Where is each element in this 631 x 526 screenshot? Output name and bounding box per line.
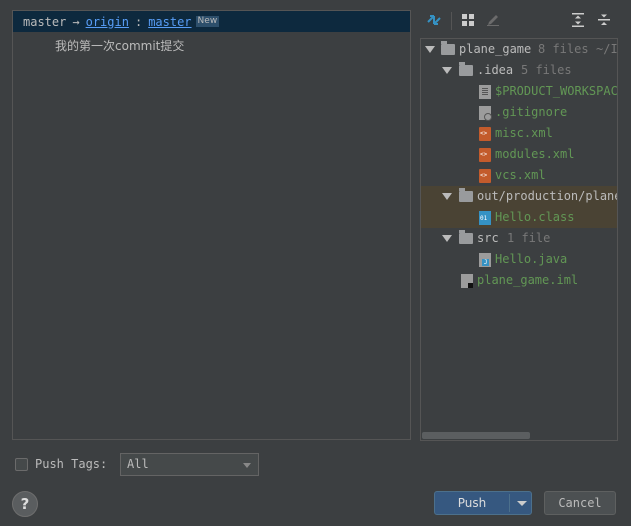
tree-node-file[interactable]: misc.xml <box>421 123 617 144</box>
tree-node-file[interactable]: plane_game.iml <box>421 270 617 291</box>
chevron-down-icon[interactable] <box>425 46 435 53</box>
tree-node-label: $PRODUCT_WORKSPACE <box>495 84 618 98</box>
changes-tree: plane_game 8 files ~/I .idea 5 files $PR… <box>420 38 618 441</box>
tree-node-label: misc.xml <box>495 126 553 140</box>
xml-file-icon <box>479 127 491 141</box>
gitignore-file-icon <box>479 106 492 121</box>
push-button-divider <box>509 494 510 512</box>
push-button[interactable]: Push <box>434 491 532 515</box>
chevron-down-icon[interactable] <box>442 235 452 242</box>
new-badge: New <box>195 16 220 27</box>
push-tags-label: Push Tags: <box>35 457 108 471</box>
tree-node-label: vcs.xml <box>495 168 546 182</box>
tree-node-meta: 5 files <box>521 63 572 77</box>
xml-file-icon <box>479 148 491 162</box>
tree-node-file[interactable]: modules.xml <box>421 144 617 165</box>
tree-node-label: plane_game <box>459 42 532 56</box>
remote-branch-link[interactable]: master <box>148 15 191 29</box>
tree-node-label: Hello.java <box>495 252 568 266</box>
tree-node-label: .gitignore <box>495 105 568 119</box>
branch-separator: : <box>134 14 143 29</box>
toolbar-divider <box>451 12 452 30</box>
remote-link[interactable]: origin <box>86 15 129 29</box>
tree-node-src[interactable]: src 1 file <box>421 228 617 249</box>
horizontal-scrollbar[interactable] <box>422 432 530 439</box>
tags-dropdown[interactable]: All <box>120 453 259 476</box>
branch-row[interactable]: master → origin : master New <box>13 11 410 32</box>
chevron-down-icon[interactable] <box>442 193 452 200</box>
chevron-down-icon[interactable] <box>442 67 452 74</box>
tree-node-label: src <box>477 231 499 245</box>
java-file-icon <box>479 253 491 267</box>
commits-panel: master → origin : master New 我的第一次commit… <box>12 10 411 440</box>
class-file-icon <box>479 211 491 225</box>
push-tags-checkbox[interactable] <box>15 458 28 471</box>
local-branch: master <box>23 14 67 29</box>
folder-icon <box>459 62 473 76</box>
xml-file-icon <box>479 169 491 183</box>
workspace-file-icon <box>479 85 491 99</box>
folder-icon <box>459 188 473 202</box>
tree-node-meta: 8 files <box>538 42 589 56</box>
folder-icon <box>459 230 473 244</box>
tree-node-label: Hello.class <box>495 210 575 224</box>
branch-arrow: → <box>72 14 80 29</box>
tree-node-label: modules.xml <box>495 147 575 161</box>
tree-node-root[interactable]: plane_game 8 files ~/I <box>421 39 617 60</box>
chevron-down-icon <box>243 463 251 468</box>
diff-icon[interactable] <box>425 11 443 29</box>
group-by-icon[interactable] <box>459 11 477 29</box>
push-button-label: Push <box>457 496 487 510</box>
edit-icon[interactable] <box>484 11 502 29</box>
tree-node-idea[interactable]: .idea 5 files <box>421 60 617 81</box>
tree-node-file[interactable]: $PRODUCT_WORKSPACE <box>421 81 617 102</box>
tree-node-path: ~/I <box>596 42 618 56</box>
tree-node-out[interactable]: out/production/plane <box>421 186 617 207</box>
tree-node-file[interactable]: .gitignore <box>421 102 617 123</box>
tree-node-file[interactable]: vcs.xml <box>421 165 617 186</box>
folder-icon <box>441 41 455 55</box>
tree-node-file[interactable]: Hello.java <box>421 249 617 270</box>
tags-dropdown-value: All <box>127 457 149 471</box>
expand-all-icon[interactable] <box>569 11 587 29</box>
tree-node-meta: 1 file <box>507 231 551 245</box>
cancel-button[interactable]: Cancel <box>544 491 616 515</box>
iml-file-icon <box>461 274 473 288</box>
tree-node-label: out/production/plane <box>477 189 618 203</box>
tree-node-file[interactable]: Hello.class <box>421 207 617 228</box>
tree-node-label: .idea <box>477 63 514 77</box>
help-button[interactable]: ? <box>12 491 38 517</box>
chevron-down-icon[interactable] <box>517 501 527 506</box>
collapse-all-icon[interactable] <box>595 11 613 29</box>
tree-node-label: plane_game.iml <box>477 273 579 287</box>
commit-item[interactable]: 我的第一次commit提交 <box>55 37 184 54</box>
